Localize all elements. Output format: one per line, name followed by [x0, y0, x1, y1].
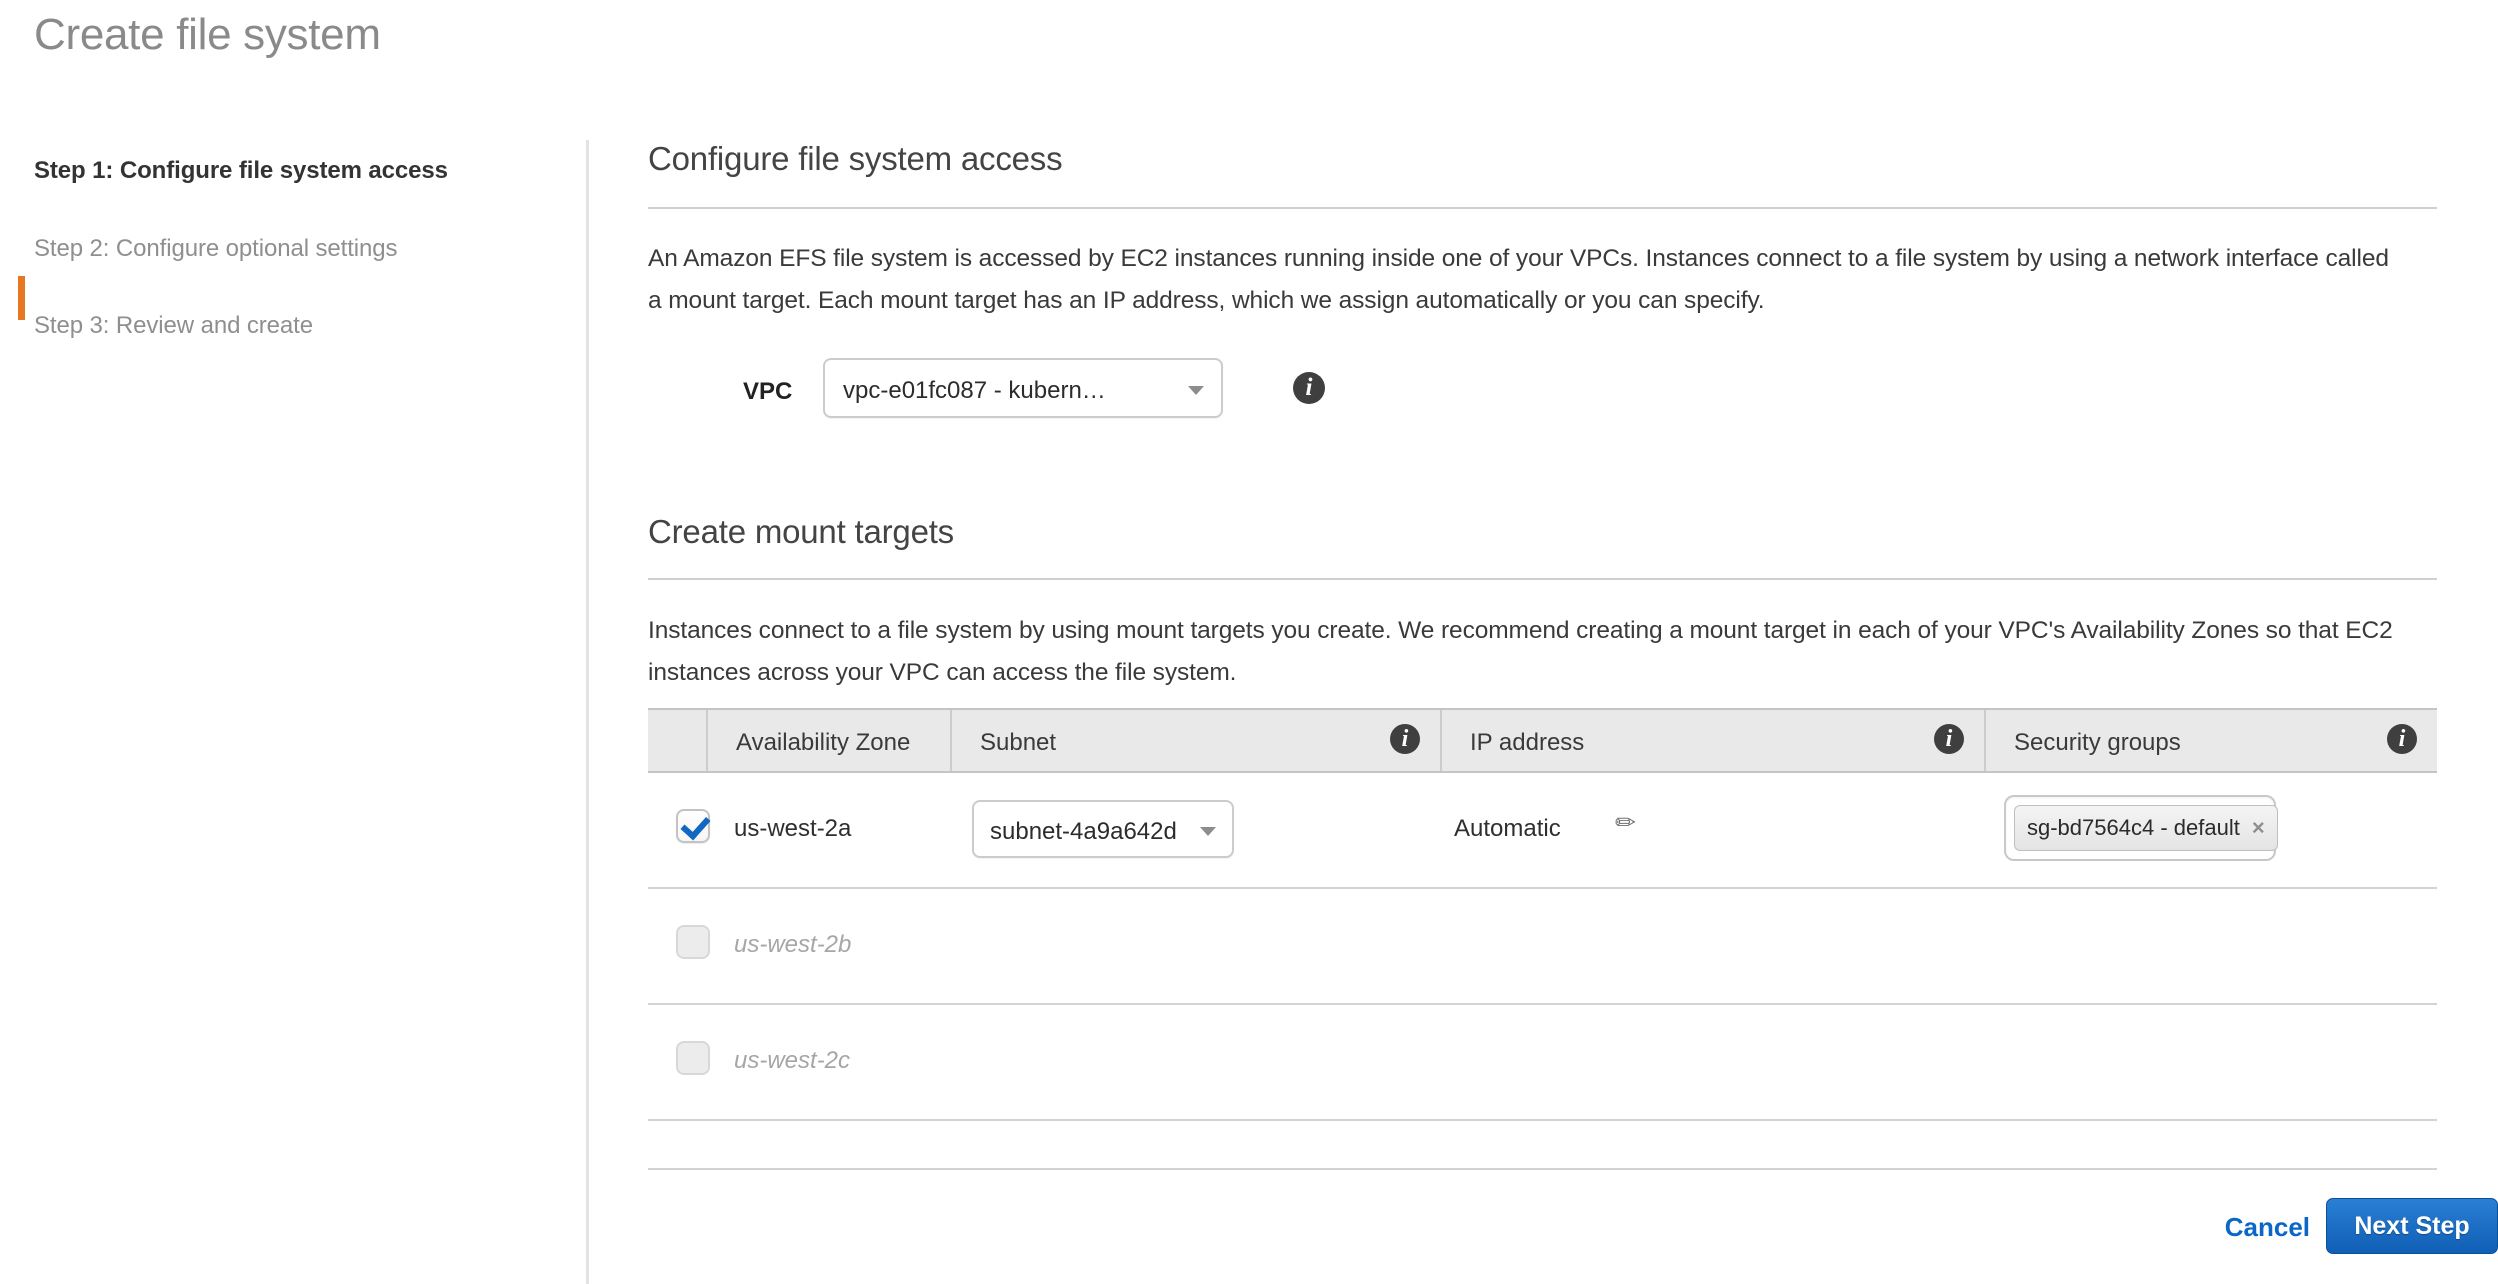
footer-divider — [648, 1168, 2437, 1170]
availability-zone-value: us-west-2b — [734, 931, 851, 959]
row-checkbox[interactable] — [676, 925, 710, 959]
vpc-label: VPC — [743, 378, 792, 406]
section-description-mount-targets: Instances connect to a file system by us… — [648, 610, 2408, 694]
row-subnet-cell: subnet-4a9a642d — [950, 773, 1440, 887]
table-header-availability-zone: Availability Zone — [706, 710, 950, 771]
chevron-down-icon — [1188, 386, 1204, 395]
table-row: us-west-2b — [648, 889, 2437, 1005]
row-select-cell — [648, 889, 706, 1003]
sidebar-item-step-1[interactable]: Step 1: Configure file system access — [34, 157, 448, 185]
table-header-security-groups: Security groups i — [1984, 710, 2437, 771]
vpc-select-value: vpc-e01fc087 - kubern… — [843, 377, 1163, 405]
section-divider-access — [648, 207, 2437, 209]
mount-targets-table: Availability Zone Subnet i IP address i … — [648, 708, 2437, 1121]
row-checkbox[interactable] — [676, 1041, 710, 1075]
table-header-label: Availability Zone — [736, 729, 910, 757]
security-group-token-label: sg-bd7564c4 - default — [2027, 815, 2240, 840]
info-icon[interactable]: i — [1934, 724, 1964, 754]
table-header-select — [648, 710, 706, 771]
table-header-subnet: Subnet i — [950, 710, 1440, 771]
section-description-access: An Amazon EFS file system is accessed by… — [648, 238, 2408, 322]
row-ip-address-cell: Automatic ✏ — [1440, 773, 1984, 887]
subnet-select-value: subnet-4a9a642d — [990, 818, 1190, 846]
row-checkbox[interactable] — [676, 809, 710, 843]
page-title: Create file system — [34, 10, 381, 60]
close-icon[interactable]: × — [2252, 806, 2265, 850]
row-security-groups-cell: sg-bd7564c4 - default × — [1984, 773, 2437, 887]
row-availability-zone-cell: us-west-2a — [706, 773, 950, 887]
table-row: us-west-2c — [648, 1005, 2437, 1121]
table-header-label: Security groups — [2014, 729, 2181, 757]
info-icon[interactable]: i — [2387, 724, 2417, 754]
next-step-button[interactable]: Next Step — [2326, 1198, 2498, 1254]
security-group-token: sg-bd7564c4 - default × — [2014, 805, 2278, 851]
subnet-select[interactable]: subnet-4a9a642d — [972, 800, 1234, 858]
cancel-button[interactable]: Cancel — [2225, 1212, 2310, 1243]
vpc-field-row: VPC vpc-e01fc087 - kubern… i — [648, 358, 1248, 418]
table-header-ip-address: IP address i — [1440, 710, 1984, 771]
table-header-label: Subnet — [980, 729, 1056, 757]
vpc-select[interactable]: vpc-e01fc087 - kubern… — [823, 358, 1223, 418]
section-divider-mount-targets — [648, 578, 2437, 580]
row-availability-zone-cell: us-west-2b — [706, 889, 950, 1003]
row-select-cell — [648, 1005, 706, 1119]
wizard-sidebar: Step 1: Configure file system access Ste… — [0, 140, 589, 1284]
info-icon[interactable]: i — [1390, 724, 1420, 754]
availability-zone-value: us-west-2c — [734, 1047, 850, 1075]
section-heading-access: Configure file system access — [648, 140, 1062, 178]
row-select-cell — [648, 773, 706, 887]
table-header-row: Availability Zone Subnet i IP address i … — [648, 708, 2437, 773]
sidebar-item-step-2[interactable]: Step 2: Configure optional settings — [34, 235, 397, 263]
pencil-icon[interactable]: ✏ — [1615, 811, 1636, 836]
chevron-down-icon — [1200, 827, 1216, 836]
info-icon[interactable]: i — [1293, 372, 1325, 404]
availability-zone-value: us-west-2a — [734, 815, 851, 843]
table-header-label: IP address — [1470, 729, 1584, 757]
active-step-marker — [18, 276, 25, 320]
row-availability-zone-cell: us-west-2c — [706, 1005, 950, 1119]
main-content: Configure file system access An Amazon E… — [648, 0, 2498, 1284]
table-row: us-west-2a subnet-4a9a642d Automatic ✏ s… — [648, 773, 2437, 889]
ip-address-value: Automatic — [1454, 815, 1561, 843]
sidebar-item-step-3[interactable]: Step 3: Review and create — [34, 312, 313, 340]
section-heading-mount-targets: Create mount targets — [648, 513, 954, 551]
security-groups-input[interactable]: sg-bd7564c4 - default × — [2004, 795, 2276, 861]
